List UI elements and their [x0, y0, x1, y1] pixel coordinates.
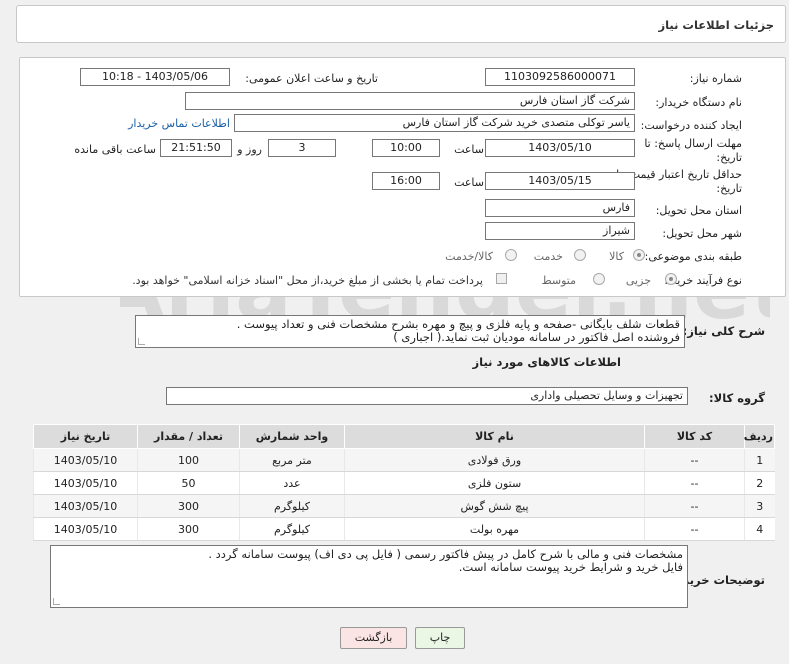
cell-name: ورق فولادی	[344, 448, 645, 472]
purchase-option-minor: جزیی	[625, 274, 651, 287]
goods-group-label: گروه کالا:	[709, 391, 765, 405]
cell-unit: متر مربع	[239, 448, 345, 472]
price-date-field: 1403/05/15	[485, 172, 635, 190]
back-button[interactable]: بازگشت	[340, 627, 407, 649]
cell-name: ستون فلزی	[344, 471, 645, 495]
purchase-radio-minor[interactable]	[665, 273, 677, 285]
category-radio-goods[interactable]	[633, 249, 645, 261]
treasury-payment-checkbox[interactable]	[496, 273, 507, 284]
col-header-code: کد کالا	[644, 424, 745, 449]
buyer-org-label: نام دستگاه خریدار:	[655, 96, 742, 109]
table-row: 4 -- مهره بولت کیلوگرم 300 1403/05/10	[33, 517, 775, 541]
contact-info-link[interactable]: اطلاعات تماس خریدار	[128, 117, 230, 130]
table-row: 2 -- ستون فلزی عدد 50 1403/05/10	[33, 471, 775, 495]
buyer-notes-line-2: فایل خرید و شرایط خرید پیوست سامانه است.	[458, 560, 683, 574]
cell-date: 1403/05/10	[33, 517, 138, 541]
purchase-option-medium: متوسط	[541, 274, 576, 287]
category-label: طبقه بندی موضوعی:	[644, 250, 742, 263]
cell-index: 1	[744, 448, 775, 472]
goods-table: ردیف کد کالا نام کالا واحد شمارش تعداد /…	[33, 424, 775, 541]
cell-index: 2	[744, 471, 775, 495]
price-time-label: ساعت	[454, 176, 484, 189]
goods-section-title: اطلاعات کالاهای مورد نیاز	[472, 355, 621, 369]
col-header-unit: واحد شمارش	[239, 424, 345, 449]
table-row: 1 -- ورق فولادی متر مربع 100 1403/05/10	[33, 448, 775, 472]
cell-code: --	[644, 448, 745, 472]
reply-deadline-label: مهلت ارسال پاسخ: تا	[644, 137, 742, 150]
description-line-2: فروشنده اصل فاکتور در سامانه مودیان ثبت …	[393, 330, 680, 344]
purchase-radio-medium[interactable]	[593, 273, 605, 285]
city-label: شهر محل تحویل:	[662, 227, 742, 240]
cell-code: --	[644, 471, 745, 495]
page-header: جزئیات اطلاعات نیاز	[16, 5, 786, 43]
goods-group-field: تجهیزات و وسایل تحصیلی واداری	[166, 387, 688, 405]
description-label: شرح کلی نیاز:	[682, 324, 765, 338]
cell-qty: 100	[137, 448, 240, 472]
cell-index: 4	[744, 517, 775, 541]
cell-code: --	[644, 517, 745, 541]
cell-code: --	[644, 494, 745, 518]
cell-qty: 50	[137, 471, 240, 495]
reply-time-field: 10:00	[372, 139, 440, 157]
page-title: جزئیات اطلاعات نیاز	[658, 18, 774, 32]
buyer-notes-textarea[interactable]: مشخصات فنی و مالی با شرح کامل در پیش فاک…	[50, 545, 688, 608]
cell-name: مهره بولت	[344, 517, 645, 541]
price-time-field: 16:00	[372, 172, 440, 190]
table-row: 3 -- پیچ شش گوش کیلوگرم 300 1403/05/10	[33, 494, 775, 518]
province-field: فارس	[485, 199, 635, 217]
cell-date: 1403/05/10	[33, 448, 138, 472]
province-label: استان محل تحویل:	[655, 204, 742, 217]
price-validity-label-2: تاریخ:	[716, 182, 742, 195]
cell-qty: 300	[137, 494, 240, 518]
resize-handle-icon[interactable]	[138, 338, 145, 345]
resize-handle-icon[interactable]	[53, 598, 60, 605]
reply-deadline-label-2: تاریخ:	[716, 151, 742, 164]
category-option-goods: کالا	[609, 250, 624, 263]
cell-name: پیچ شش گوش	[344, 494, 645, 518]
days-remaining-field: 3	[268, 139, 336, 157]
print-button[interactable]: چاپ	[415, 627, 465, 649]
city-field: شیراز	[485, 222, 635, 240]
category-radio-service[interactable]	[574, 249, 586, 261]
announce-label: تاریخ و ساعت اعلان عمومی:	[245, 72, 378, 85]
need-number-label: شماره نیاز:	[689, 72, 742, 85]
description-textarea[interactable]: قطعات شلف بایگانی -صفحه و پایه فلزی و پی…	[135, 315, 685, 348]
cell-qty: 300	[137, 517, 240, 541]
table-header-row: ردیف کد کالا نام کالا واحد شمارش تعداد /…	[33, 424, 775, 449]
col-header-index: ردیف	[744, 424, 775, 449]
reply-time-label: ساعت	[454, 143, 484, 156]
remaining-time-field: 21:51:50	[160, 139, 232, 157]
price-validity-label: حداقل تاریخ اعتبار قیمت: تا	[616, 168, 742, 181]
cell-unit: کیلوگرم	[239, 494, 345, 518]
category-option-service: خدمت	[533, 250, 563, 263]
cell-unit: کیلوگرم	[239, 517, 345, 541]
days-label: روز و	[237, 143, 262, 156]
col-header-name: نام کالا	[344, 424, 645, 449]
category-radio-both[interactable]	[505, 249, 517, 261]
cell-date: 1403/05/10	[33, 494, 138, 518]
announce-field: 1403/05/06 - 10:18	[80, 68, 230, 86]
cell-unit: عدد	[239, 471, 345, 495]
cell-index: 3	[744, 494, 775, 518]
col-header-qty: تعداد / مقدار	[137, 424, 240, 449]
category-option-both: کالا/خدمت	[445, 250, 493, 263]
requester-field: یاسر توکلی متصدی خرید شرکت گاز استان فار…	[234, 114, 635, 132]
reply-date-field: 1403/05/10	[485, 139, 635, 157]
remaining-label: ساعت باقی مانده	[74, 143, 156, 156]
cell-date: 1403/05/10	[33, 471, 138, 495]
need-number-field: 1103092586000071	[485, 68, 635, 86]
col-header-date: تاریخ نیاز	[33, 424, 138, 449]
buyer-org-field: شرکت گاز استان فارس	[185, 92, 635, 110]
treasury-payment-note: پرداخت تمام یا بخشی از مبلغ خرید،از محل …	[132, 274, 483, 287]
requester-label: ایجاد کننده درخواست:	[640, 119, 742, 132]
